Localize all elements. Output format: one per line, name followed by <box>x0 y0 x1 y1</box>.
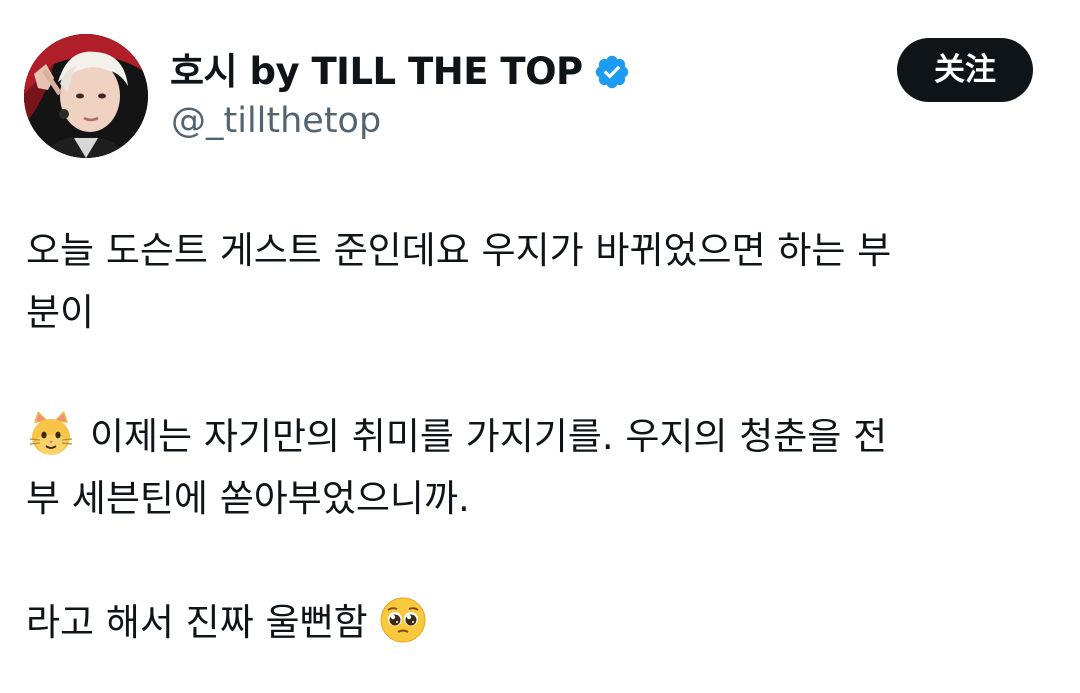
tweet-paragraph-2: 이제는 자기만의 취미를 가지기를. 우지의 청춘을 전 부 세븐틴에 쏟아부었… <box>26 406 1036 530</box>
tweet-line: 라고 해서 진짜 울뻔함 <box>26 592 1036 654</box>
avatar-photo <box>24 34 148 158</box>
tweet-line-text: 라고 해서 진짜 울뻔함 <box>26 601 368 644</box>
tweet-line: 분이 <box>26 291 95 334</box>
follow-button[interactable]: 关注 <box>897 38 1033 102</box>
cat-face-emoji-icon <box>26 409 76 459</box>
tweet-card: 호시 by TILL THE TOP @_tillthetop 关注 오늘 도슨… <box>0 0 1080 693</box>
tweet-header: 호시 by TILL THE TOP @_tillthetop 关注 <box>0 0 1080 160</box>
author-name-row: 호시 by TILL THE TOP <box>170 44 631 100</box>
tweet-line: 부 세븐틴에 쏟아부었으니까. <box>26 477 470 520</box>
tweet-text: 오늘 도슨트 게스트 준인데요 우지가 바뀌었으면 하는 부 분이 이제는 자기… <box>26 220 1036 654</box>
author-handle[interactable]: @_tillthetop <box>171 98 381 144</box>
author-display-name[interactable]: 호시 by TILL THE TOP <box>170 44 583 100</box>
pleading-face-emoji-icon <box>378 595 428 645</box>
tweet-line: 이제는 자기만의 취미를 가지기를. 우지의 청춘을 전 <box>26 406 1036 468</box>
tweet-line: 오늘 도슨트 게스트 준인데요 우지가 바뀌었으면 하는 부 <box>26 229 892 272</box>
tweet-paragraph-1: 오늘 도슨트 게스트 준인데요 우지가 바뀌었으면 하는 부 분이 <box>26 220 1036 344</box>
tweet-line-text: 이제는 자기만의 취미를 가지기를. 우지의 청춘을 전 <box>90 415 888 458</box>
verified-badge-icon <box>593 53 631 91</box>
tweet-paragraph-3: 라고 해서 진짜 울뻔함 <box>26 592 1036 654</box>
avatar[interactable] <box>24 34 148 158</box>
